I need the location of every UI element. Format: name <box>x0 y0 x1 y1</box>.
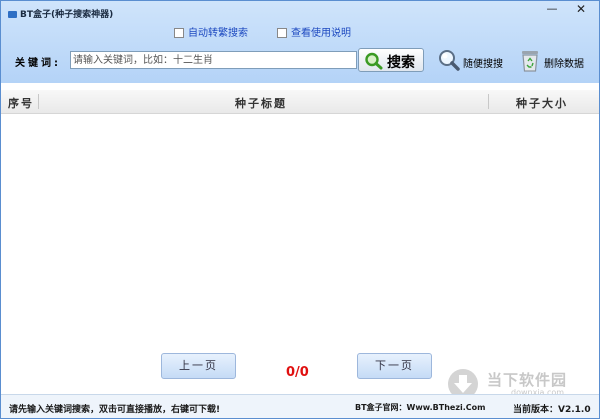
checkbox-box[interactable] <box>174 28 184 38</box>
col-size-header[interactable]: 种子大小 <box>516 95 568 111</box>
random-search-button[interactable]: 随便搜搜 <box>437 49 503 76</box>
status-bar: 请先输入关键词搜索，双击可直接播放，右键可下载! BT盒子官网：Www.BThe… <box>1 394 599 418</box>
auto-convert-label[interactable]: 自动转繁搜索 <box>188 28 248 39</box>
app-icon <box>8 11 17 18</box>
column-divider[interactable] <box>38 94 39 109</box>
status-hint: 请先输入关键词搜索，双击可直接播放，右键可下载! <box>9 405 221 415</box>
window-title: BT盒子(种子搜索神器) <box>8 7 113 20</box>
col-title-header[interactable]: 种子标题 <box>235 95 287 111</box>
search-button[interactable]: 搜索 <box>358 48 424 72</box>
window-title-text: BT盒子(种子搜索神器) <box>20 10 114 20</box>
next-page-button[interactable]: 下一页 <box>357 353 432 379</box>
delete-data-label: 删除数据 <box>544 59 584 70</box>
search-button-label: 搜索 <box>387 55 415 71</box>
random-search-label: 随便搜搜 <box>463 59 503 70</box>
column-divider[interactable] <box>488 94 489 109</box>
checkbox-box[interactable] <box>277 28 287 38</box>
minimize-button[interactable]: — <box>541 1 563 18</box>
watermark-brand: 当下软件园 <box>487 371 568 389</box>
header-panel: BT盒子(种子搜索神器) — ✕ 自动转繁搜索 查看使用说明 关键词: 搜索 随… <box>1 1 599 83</box>
recycle-bin-icon <box>522 51 538 72</box>
results-table-header: 序号 种子标题 种子大小 <box>1 90 599 114</box>
col-index-header[interactable]: 序号 <box>8 95 34 111</box>
magnifier-icon <box>365 52 383 70</box>
app-window: BT盒子(种子搜索神器) — ✕ 自动转繁搜索 查看使用说明 关键词: 搜索 随… <box>0 0 600 419</box>
keyword-label: 关键词: <box>15 58 61 69</box>
delete-data-button[interactable]: 删除数据 <box>519 49 584 76</box>
version-label: 当前版本：V2.1.0 <box>513 405 591 415</box>
view-help-label[interactable]: 查看使用说明 <box>291 28 351 39</box>
auto-convert-checkbox[interactable]: 自动转繁搜索 <box>174 24 248 39</box>
view-help-checkbox[interactable]: 查看使用说明 <box>277 24 351 39</box>
close-button[interactable]: ✕ <box>565 1 597 18</box>
results-list[interactable] <box>1 114 599 350</box>
page-status: 0/0 <box>286 365 309 380</box>
official-site-link[interactable]: BT盒子官网：Www.BThezi.Com <box>355 402 486 413</box>
keyword-input[interactable] <box>70 51 357 69</box>
prev-page-button[interactable]: 上一页 <box>161 353 236 379</box>
magnifier-icon <box>439 50 460 71</box>
